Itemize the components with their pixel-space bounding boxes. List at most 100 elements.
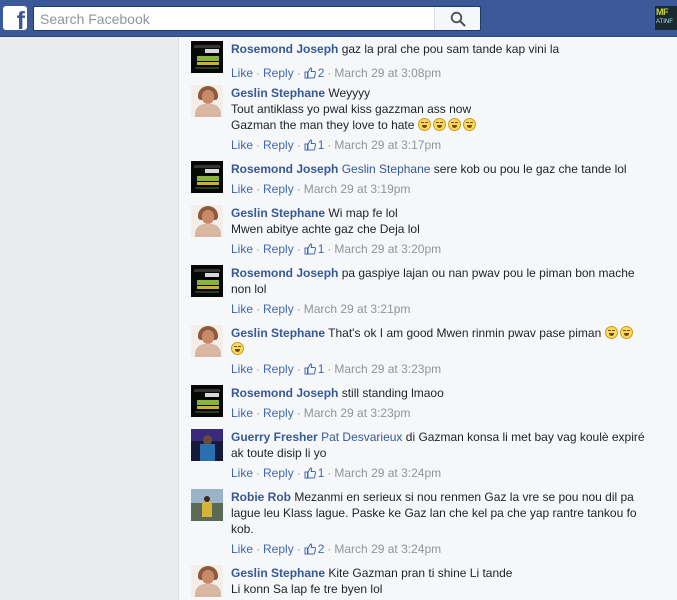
comment-author[interactable]: Geslin Stephane [231, 206, 325, 220]
comment-timestamp[interactable]: March 29 at 3:17pm [334, 138, 441, 152]
rosemond-avatar[interactable] [191, 265, 223, 297]
reply-button[interactable]: Reply [263, 406, 294, 420]
robie-avatar[interactable] [191, 489, 223, 521]
like-button[interactable]: Like [231, 362, 253, 376]
comment-text: That's ok I am good Mwen rinmin pwav pas… [328, 326, 602, 340]
top-navigation-bar: f MF ATINF [0, 0, 677, 37]
reply-button[interactable]: Reply [263, 242, 294, 256]
search-input[interactable] [34, 7, 434, 30]
mention-link[interactable]: Geslin Stephane [342, 162, 431, 176]
thumbs-up-icon [304, 67, 316, 79]
comment-text: Weyyyy [328, 86, 371, 100]
reply-button[interactable]: Reply [263, 542, 294, 556]
search-box[interactable] [33, 6, 481, 31]
comment: Geslin Stephane Kite Gazman pran ti shin… [191, 565, 671, 600]
reply-button[interactable]: Reply [263, 362, 294, 376]
comment-author[interactable]: Geslin Stephane [231, 86, 325, 100]
comment-timestamp[interactable]: March 29 at 3:24pm [334, 466, 441, 480]
like-button[interactable]: Like [231, 302, 253, 316]
comment-body: Robie Rob Mezanmi en serieux si nou renm… [231, 489, 651, 537]
comment-timestamp[interactable]: March 29 at 3:21pm [304, 302, 411, 316]
comment-body: Geslin Stephane Kite Gazman pran ti shin… [231, 565, 651, 597]
thumbs-up-icon [304, 467, 316, 479]
comment: Robie Rob Mezanmi en serieux si nou renm… [191, 489, 671, 561]
user-avatar[interactable]: MF ATINF [655, 6, 677, 30]
comment: Rosemond Joseph Geslin Stephane sere kob… [191, 161, 671, 201]
comment-body: Rosemond Joseph pa gaspiye lajan ou nan … [231, 265, 651, 297]
comment-body: Rosemond Joseph still standing lmaoo [231, 385, 651, 401]
comment-author[interactable]: Rosemond Joseph [231, 42, 338, 56]
like-count[interactable]: 2 [304, 542, 324, 556]
comment-author[interactable]: Rosemond Joseph [231, 386, 338, 400]
comment-text: gaz la pral che pou sam tande kap vini l… [341, 42, 560, 56]
rosemond-avatar[interactable] [191, 161, 223, 193]
comment-actions: Like · Reply · March 29 at 3:23pm [231, 406, 411, 420]
like-count[interactable]: 1 [304, 138, 324, 152]
comment-text: kob. [231, 522, 254, 536]
reply-button[interactable]: Reply [263, 302, 294, 316]
comment-author[interactable]: Rosemond Joseph [231, 266, 338, 280]
comment: Guerry Fresher Pat Desvarieux di Gazman … [191, 429, 671, 485]
comment-author[interactable]: Guerry Fresher [231, 430, 318, 444]
grinning-emoji-icon [231, 342, 244, 355]
comment-actions: Like · Reply · 1 · March 29 at 3:20pm [231, 242, 442, 256]
reply-button[interactable]: Reply [263, 466, 294, 480]
geslin-avatar[interactable] [191, 325, 223, 357]
guerry-avatar[interactable] [191, 429, 223, 461]
geslin-avatar[interactable] [191, 85, 223, 117]
like-button[interactable]: Like [231, 66, 253, 80]
comment-text: Wi map fe lol [328, 206, 398, 220]
like-button[interactable]: Like [231, 182, 253, 196]
comment: Rosemond Joseph gaz la pral che pou sam … [191, 41, 671, 81]
thumbs-up-icon [304, 363, 316, 375]
facebook-logo-icon[interactable]: f [3, 6, 27, 30]
thumbs-up-icon [304, 139, 316, 151]
comment-author[interactable]: Robie Rob [231, 490, 291, 504]
like-button[interactable]: Like [231, 242, 253, 256]
search-button[interactable] [434, 7, 480, 30]
search-icon [450, 11, 465, 26]
comment-author[interactable]: Geslin Stephane [231, 326, 325, 340]
comment-timestamp[interactable]: March 29 at 3:23pm [334, 362, 441, 376]
comment-timestamp[interactable]: March 29 at 3:24pm [334, 542, 441, 556]
comment-timestamp[interactable]: March 29 at 3:19pm [304, 182, 411, 196]
comment-text: sere kob ou pou le gaz che tande lol [433, 162, 627, 176]
like-count[interactable]: 1 [304, 466, 324, 480]
grinning-emoji-icon [447, 118, 461, 131]
reply-button[interactable]: Reply [263, 66, 294, 80]
like-count[interactable]: 2 [304, 66, 324, 80]
comment-timestamp[interactable]: March 29 at 3:20pm [334, 242, 441, 256]
comment-body: Guerry Fresher Pat Desvarieux di Gazman … [231, 429, 651, 461]
like-button[interactable]: Like [231, 406, 253, 420]
thumbs-up-icon [304, 543, 316, 555]
comment-actions: Like · Reply · March 29 at 3:19pm [231, 182, 411, 196]
geslin-avatar[interactable] [191, 565, 223, 597]
like-count[interactable]: 1 [304, 242, 324, 256]
comment-timestamp[interactable]: March 29 at 3:23pm [304, 406, 411, 420]
like-button[interactable]: Like [231, 542, 253, 556]
rosemond-avatar[interactable] [191, 385, 223, 417]
grinning-emoji-icon [432, 118, 446, 131]
comment-actions: Like · Reply · 2 · March 29 at 3:08pm [231, 66, 442, 80]
like-button[interactable]: Like [231, 138, 253, 152]
mention-link[interactable]: Pat Desvarieux [321, 430, 402, 444]
rosemond-avatar[interactable] [191, 41, 223, 73]
comment-text: pa gaspiye lajan ou nan pwav pou le pima… [341, 266, 635, 280]
comment-text: Gazman the man they love to hate [231, 118, 415, 132]
grinning-emoji-icon [619, 326, 633, 339]
comment-author[interactable]: Geslin Stephane [231, 566, 325, 580]
grinning-emoji-icon [604, 326, 618, 339]
like-count[interactable]: 1 [304, 362, 324, 376]
comment-timestamp[interactable]: March 29 at 3:08pm [334, 66, 441, 80]
geslin-avatar[interactable] [191, 205, 223, 237]
comment-body: Geslin Stephane Weyyyy Tout antiklass yo… [231, 85, 651, 133]
left-gutter [0, 37, 178, 600]
reply-button[interactable]: Reply [263, 138, 294, 152]
reply-button[interactable]: Reply [263, 182, 294, 196]
grinning-emoji-icon [417, 118, 431, 131]
comment-author[interactable]: Rosemond Joseph [231, 162, 338, 176]
comment-body: Rosemond Joseph Geslin Stephane sere kob… [231, 161, 651, 177]
like-button[interactable]: Like [231, 466, 253, 480]
comment: Rosemond Joseph still standing lmaoo Lik… [191, 385, 671, 425]
comment-thread: Rosemond Joseph gaz la pral che pou sam … [178, 37, 677, 600]
